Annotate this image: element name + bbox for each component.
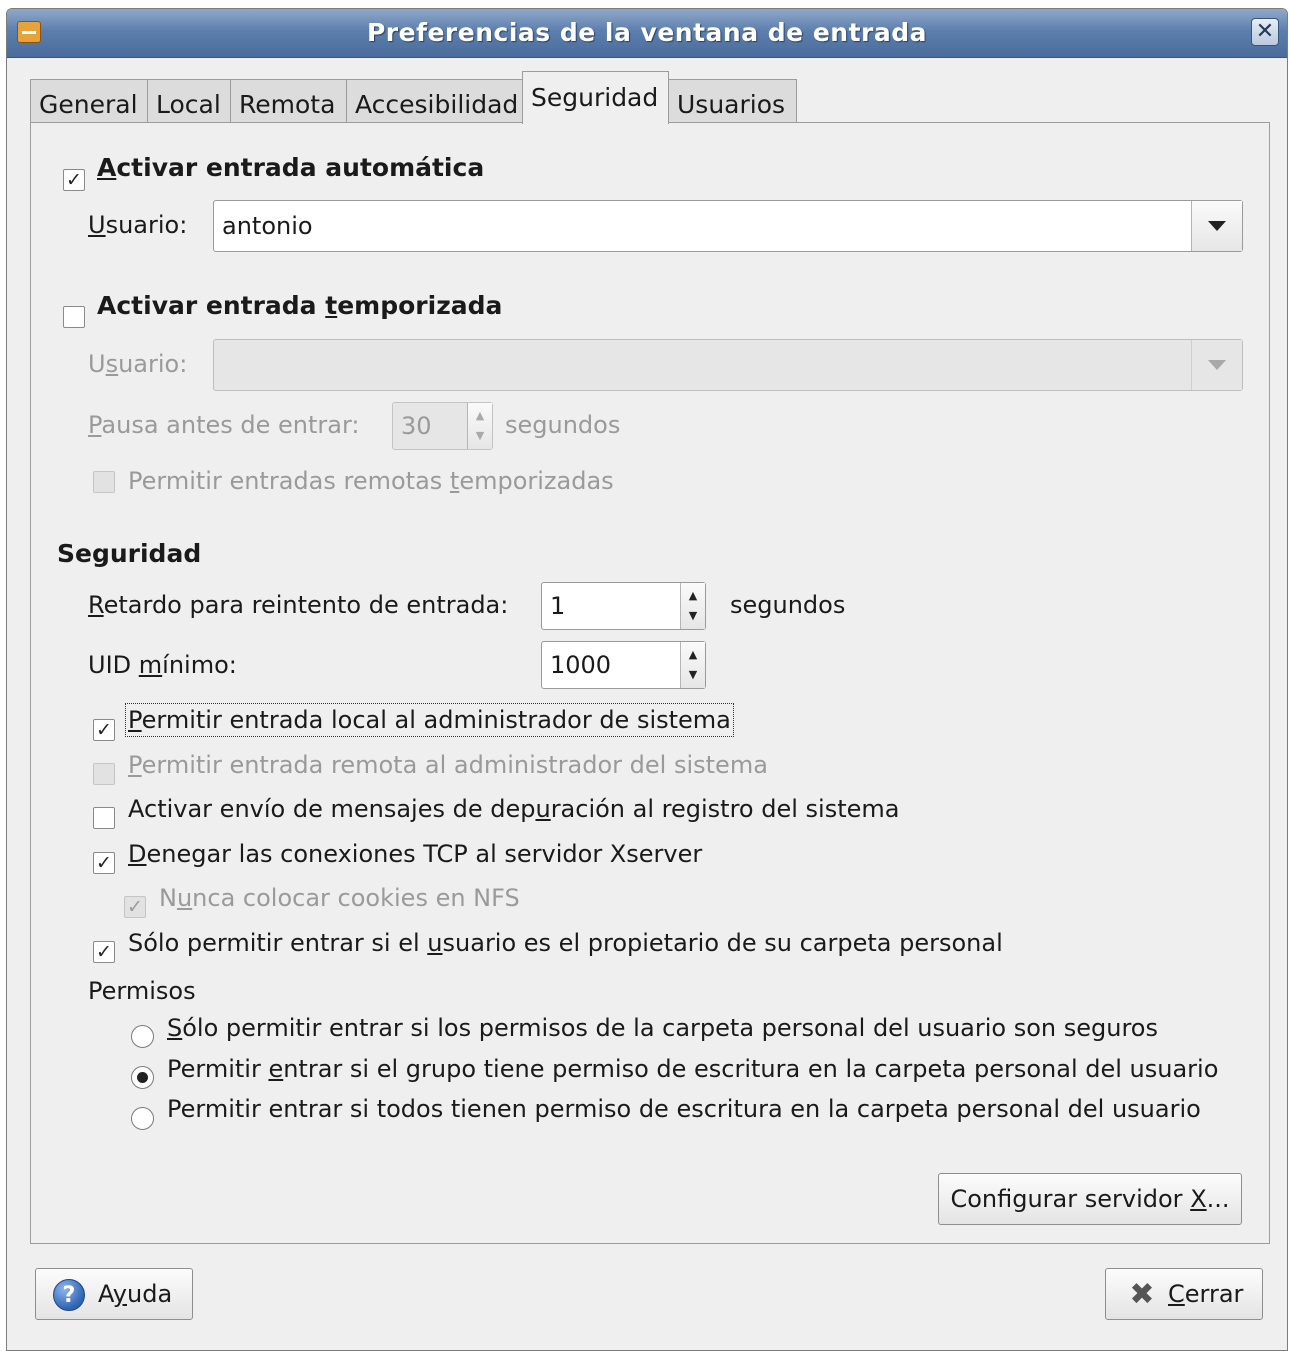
pause-spinbutton[interactable]: 30 ▲ ▼ (392, 402, 493, 450)
owner-only-checkbox[interactable]: ✓ (93, 941, 115, 963)
timed-remote-checkbox[interactable] (93, 471, 115, 493)
timed-login-checkbox[interactable] (63, 306, 85, 328)
perm-secure-label[interactable]: Sólo permitir entrar si los permisos de … (167, 1014, 1158, 1042)
window-close-button[interactable]: ✕ (1251, 18, 1279, 46)
pause-stepper[interactable]: ▲ ▼ (467, 403, 492, 449)
min-uid-label: UID mínimo: (88, 651, 237, 679)
min-uid-stepper[interactable]: ▲ ▼ (680, 642, 705, 688)
timed-login-label[interactable]: Activar entrada temporizada (97, 291, 502, 320)
owner-only-label[interactable]: Sólo permitir entrar si el usuario es el… (128, 929, 1003, 957)
remote-admin-label[interactable]: Permitir entrada remota al administrador… (128, 751, 768, 779)
tab-seguridad[interactable]: Seguridad (522, 71, 669, 124)
title-bar[interactable]: Preferencias de la ventana de entrada ✕ (7, 9, 1287, 58)
autologin-user-label: Usuario: (88, 211, 188, 239)
min-uid-spinbutton[interactable]: 1000 ▲ ▼ (541, 641, 706, 689)
configure-xserver-button[interactable]: Configurar servidor X... (938, 1173, 1242, 1225)
perm-all-write-label[interactable]: Permitir entrar si todos tienen permiso … (167, 1095, 1201, 1123)
help-button[interactable]: ? Ayuda (35, 1268, 193, 1320)
autologin-checkbox[interactable]: ✓ (63, 169, 85, 191)
min-uid-value: 1000 (550, 651, 612, 679)
retry-delay-unit: segundos (730, 591, 846, 619)
chevron-down-icon[interactable] (1191, 340, 1242, 390)
autologin-user-value: antonio (222, 212, 313, 240)
remote-admin-checkbox[interactable] (93, 763, 115, 785)
local-admin-label[interactable]: Permitir entrada local al administrador … (125, 703, 734, 737)
close-icon: ✖ (1129, 1277, 1155, 1312)
pause-label: Pausa antes de entrar: (88, 411, 360, 439)
timed-remote-label[interactable]: Permitir entradas remotas temporizadas (128, 467, 614, 495)
timed-user-combo[interactable] (213, 339, 1243, 391)
seguridad-panel: ✓ Activar entrada automática Usuario: an… (30, 122, 1270, 1244)
perm-secure-radio[interactable] (131, 1025, 154, 1048)
debug-messages-label[interactable]: Activar envío de mensajes de depuración … (128, 795, 899, 823)
pause-value: 30 (401, 412, 432, 440)
local-admin-checkbox[interactable]: ✓ (93, 719, 115, 741)
timed-user-label: Usuario: (88, 350, 188, 378)
security-heading: Seguridad (57, 539, 202, 568)
perm-group-write-label[interactable]: Permitir entrar si el grupo tiene permis… (167, 1055, 1218, 1083)
nfs-cookies-label[interactable]: Nunca colocar cookies en NFS (159, 884, 520, 912)
deny-tcp-label[interactable]: Denegar las conexiones TCP al servidor X… (128, 840, 702, 868)
retry-delay-label: Retardo para reintento de entrada: (88, 591, 509, 619)
autologin-label[interactable]: Activar entrada automática (97, 153, 484, 182)
nfs-cookies-checkbox[interactable]: ✓ (124, 896, 146, 918)
pause-unit: segundos (505, 411, 621, 439)
close-button[interactable]: ✖ Cerrar (1105, 1268, 1263, 1320)
autologin-user-combo[interactable]: antonio (213, 200, 1243, 252)
debug-messages-checkbox[interactable] (93, 807, 115, 829)
window-title: Preferencias de la ventana de entrada (366, 18, 928, 47)
retry-delay-spinbutton[interactable]: 1 ▲ ▼ (541, 582, 706, 630)
chevron-down-icon[interactable] (1191, 201, 1242, 251)
preferences-window: Preferencias de la ventana de entrada ✕ … (6, 8, 1288, 1351)
retry-delay-value: 1 (550, 592, 566, 620)
perm-all-write-radio[interactable] (131, 1107, 154, 1130)
deny-tcp-checkbox[interactable]: ✓ (93, 852, 115, 874)
perm-group-write-radio[interactable] (131, 1066, 154, 1089)
retry-delay-stepper[interactable]: ▲ ▼ (680, 583, 705, 629)
permissions-label: Permisos (88, 977, 196, 1005)
help-icon: ? (53, 1279, 85, 1311)
